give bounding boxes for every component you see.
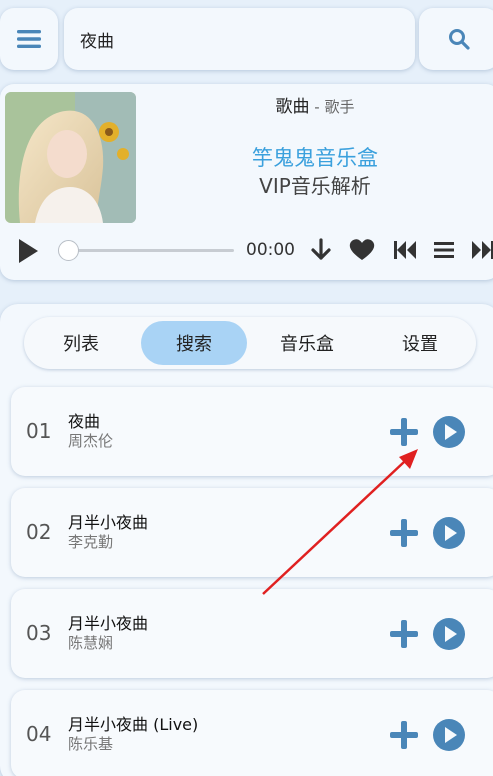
tab-settings[interactable]: 设置 [367, 321, 473, 365]
progress-track[interactable] [66, 249, 234, 252]
play-icon[interactable] [432, 617, 466, 651]
song-number: 04 [26, 722, 52, 746]
tab-list[interactable]: 列表 [28, 321, 134, 365]
download-icon[interactable] [310, 237, 332, 263]
play-icon[interactable] [432, 516, 466, 550]
search-icon [449, 29, 470, 50]
song-title: 月半小夜曲 (Live) [68, 715, 199, 734]
add-icon[interactable] [387, 516, 421, 550]
add-icon[interactable] [387, 415, 421, 449]
song-title: 夜曲 [68, 412, 101, 431]
song-artist: 李克勤 [68, 533, 114, 551]
search-input-value: 夜曲 [80, 31, 114, 52]
player-card: 歌曲 - 歌手 竽鬼鬼音乐盒 VIP音乐解析 00:00 [0, 84, 493, 280]
play-icon[interactable] [432, 718, 466, 752]
add-icon[interactable] [387, 617, 421, 651]
artist-label: 歌手 [324, 98, 355, 116]
menu-icon [17, 30, 41, 48]
search-button[interactable] [419, 8, 493, 70]
tab-music-box[interactable]: 音乐盒 [254, 321, 360, 365]
add-icon[interactable] [387, 718, 421, 752]
song-title: 月半小夜曲 [68, 513, 149, 532]
heart-icon[interactable] [348, 237, 376, 263]
song-row[interactable]: 02 月半小夜曲 李克勤 [11, 488, 493, 577]
album-cover [5, 92, 136, 223]
song-artist: 陈乐基 [68, 735, 114, 753]
play-icon[interactable] [432, 415, 466, 449]
brand-subtitle: VIP音乐解析 [259, 174, 371, 198]
time-display: 00:00 [246, 240, 295, 260]
song-row[interactable]: 01 夜曲 周杰伦 [11, 387, 493, 476]
playlist-icon[interactable] [432, 237, 456, 263]
previous-icon[interactable] [392, 237, 418, 263]
search-input[interactable]: 夜曲 [64, 8, 415, 70]
tab-bar: 列表 搜索 音乐盒 设置 [24, 317, 476, 369]
menu-button[interactable] [0, 8, 58, 70]
song-artist: 陈慧娴 [68, 634, 114, 652]
now-playing-line: 歌曲 - 歌手 [150, 92, 480, 117]
separator: - [309, 98, 325, 116]
brand-title: 竽鬼鬼音乐盒 [252, 146, 378, 170]
play-icon[interactable] [16, 237, 40, 265]
song-title: 月半小夜曲 [68, 614, 149, 633]
song-artist: 周杰伦 [68, 432, 114, 450]
progress-knob[interactable] [58, 240, 79, 261]
next-icon[interactable] [470, 237, 493, 263]
player-controls: 00:00 [0, 234, 493, 268]
song-number: 01 [26, 419, 52, 443]
song-number: 02 [26, 520, 52, 544]
song-row[interactable]: 04 月半小夜曲 (Live) 陈乐基 [11, 690, 493, 776]
song-label: 歌曲 [275, 97, 310, 117]
song-row[interactable]: 03 月半小夜曲 陈慧娴 [11, 589, 493, 678]
song-number: 03 [26, 621, 52, 645]
tab-search[interactable]: 搜索 [141, 321, 247, 365]
